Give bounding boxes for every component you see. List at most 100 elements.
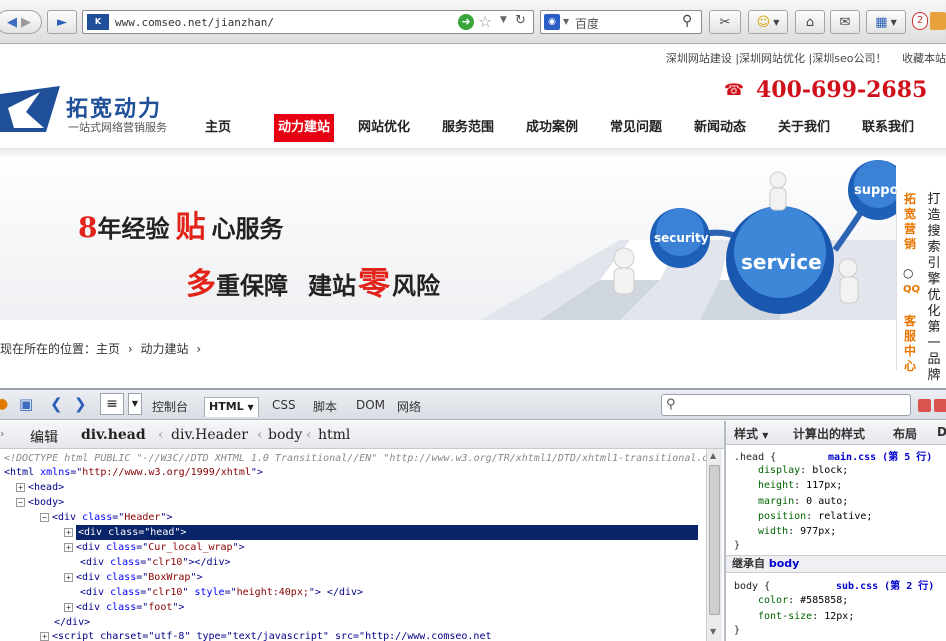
addon-button[interactable]: ☺ ▼ (748, 10, 788, 34)
side-ribbon: 拓宽营销 ○ QQ 客服中心 打造搜索引擎优化第一品牌 (896, 190, 946, 383)
collapse-icon[interactable]: − (16, 497, 25, 507)
bookmark-star-icon[interactable]: ☆ (478, 12, 492, 31)
tool-button[interactable]: ✂ (709, 10, 741, 34)
expand-icon[interactable]: + (16, 482, 25, 492)
tree-node-head-div-selected[interactable]: + <div class="head"> (64, 525, 702, 540)
tree-node-cur-local-wrap[interactable]: + <div class="Cur_local_wrap"> (64, 540, 245, 555)
search-icon[interactable]: ⚲ (682, 13, 692, 29)
menu-list-icon[interactable]: ≡ (100, 393, 124, 415)
expand-icon[interactable]: + (64, 527, 73, 537)
tree-node-body[interactable]: − <body> (16, 495, 64, 510)
tab-script[interactable]: 脚本 (313, 398, 337, 415)
tab-css[interactable]: CSS (272, 398, 296, 412)
tab-styles[interactable]: 样式 ▼ (734, 425, 768, 442)
tree-node-boxwrap[interactable]: + <div class="BoxWrap"> (64, 570, 202, 585)
collapse-icon[interactable]: − (40, 512, 49, 522)
notification-badge[interactable]: 2 (912, 12, 928, 30)
scroll-down-icon[interactable]: ▼ (710, 627, 716, 636)
inherited-from-link[interactable]: body (769, 557, 799, 570)
apps-button[interactable]: ▦ ▼ (866, 10, 906, 34)
url-bar[interactable]: K www.comseo.net/jianzhan/ ➜ ☆ ▼ ↻ (82, 10, 534, 34)
css-property[interactable]: width: 977px; (758, 524, 836, 539)
nav-services[interactable]: 服务范围 (442, 114, 494, 142)
nav-about[interactable]: 关于我们 (778, 114, 830, 142)
crumb-html[interactable]: html (318, 427, 350, 443)
crumbs-scroll-left-icon[interactable]: › (0, 427, 4, 440)
mail-button[interactable]: ✉ (830, 10, 860, 34)
nav-contact[interactable]: 联系我们 (862, 114, 914, 142)
inherited-header: 继承自 body (726, 555, 946, 573)
nav-home[interactable]: 主页 (205, 114, 231, 142)
reload-icon[interactable]: ↻ (515, 13, 526, 28)
inspect-icon[interactable]: ▣ (19, 395, 33, 413)
engine-dropdown-icon[interactable]: ▼ (563, 17, 569, 26)
nav-seo[interactable]: 网站优化 (358, 114, 410, 142)
tree-node-clr10[interactable]: <div class="clr10"></div> (80, 555, 231, 570)
extension-icon[interactable] (930, 12, 946, 30)
css-property[interactable]: position: relative; (758, 509, 872, 524)
history-button[interactable]: ► (47, 10, 77, 34)
tab-console[interactable]: 控制台 (152, 398, 188, 415)
tab-dom[interactable]: DOM (356, 398, 385, 412)
crumb-body[interactable]: body (268, 427, 302, 443)
tab-computed[interactable]: 计算出的样式 (793, 425, 865, 442)
firebug-search-input[interactable]: ⚲ (661, 394, 911, 416)
close-icon[interactable] (934, 399, 946, 412)
tree-node-html[interactable]: <html xmlns="http://www.w3.org/1999/xhtm… (4, 465, 263, 480)
expand-icon[interactable]: + (64, 542, 73, 552)
edit-button[interactable]: 编辑 (30, 427, 58, 447)
back-forward-button[interactable]: ◀ ▶ (0, 10, 42, 34)
url-text: www.comseo.net/jianzhan/ (115, 16, 274, 29)
nav-website-building[interactable]: 动力建站 (274, 114, 335, 142)
tab-dom-side[interactable]: DO (937, 425, 946, 439)
crumb-div-head[interactable]: div.head (81, 427, 146, 443)
nav-news[interactable]: 新闻动态 (694, 114, 746, 142)
ribbon-qq[interactable]: QQ (903, 284, 920, 295)
home-button[interactable]: ⌂ (795, 10, 825, 34)
firebug-bug-icon[interactable]: ● (0, 396, 8, 412)
scroll-thumb[interactable] (709, 465, 720, 615)
crumb-div-header[interactable]: div.Header (171, 427, 248, 443)
tab-layout[interactable]: 布局 (893, 425, 917, 442)
expand-icon[interactable]: + (64, 602, 73, 612)
nav-cases[interactable]: 成功案例 (526, 114, 578, 142)
go-icon[interactable]: ➜ (458, 14, 474, 30)
nav-forward-icon[interactable]: ❯ (74, 395, 87, 413)
css-property[interactable]: display: block; (758, 463, 848, 478)
css-property[interactable]: height: 117px; (758, 478, 842, 493)
baidu-icon: ◉ (544, 14, 560, 30)
tree-node-header-div[interactable]: − <div class="Header"> (40, 510, 172, 525)
tab-html-dropdown-icon: ▼ (247, 403, 254, 412)
dropdown-icon[interactable]: ▼ (500, 15, 507, 25)
telephone-icon: ☎ (724, 80, 744, 99)
rule-source-sub-css[interactable]: sub.css (第 2 行) (836, 579, 934, 594)
bookmark-link[interactable]: 收藏本站 (902, 52, 946, 65)
ribbon-service[interactable]: 客服中心 (903, 314, 917, 374)
nav-faq[interactable]: 常见问题 (610, 114, 662, 142)
nav-back-icon[interactable]: ❮ (50, 395, 63, 413)
expand-icon[interactable]: + (64, 572, 73, 582)
tree-node-foot[interactable]: + <div class="foot"> (64, 600, 184, 615)
top-links-text[interactable]: 深圳网站建设 |深圳网站优化 |深圳seo公司！ (666, 52, 887, 65)
rule-selector-body[interactable]: body { (734, 579, 770, 594)
tree-node-head[interactable]: + <head> (16, 480, 64, 495)
tab-network[interactable]: 网络 (397, 398, 421, 415)
forward-icon: ▶ (21, 14, 31, 30)
minimize-icon[interactable] (918, 399, 931, 412)
tree-node-clr10-styled[interactable]: <div class="clr10" style="height:40px;">… (80, 585, 363, 600)
expand-icon[interactable]: + (40, 631, 49, 641)
breadcrumb-current[interactable]: 动力建站 (141, 342, 189, 356)
logo-subtitle: 一站式网络营销服务 (68, 121, 167, 134)
ribbon-brand: 拓宽营销 (903, 192, 916, 251)
css-property[interactable]: font-size: 12px; (758, 609, 854, 624)
tree-node-script[interactable]: + <script charset="utf-8" type="text/java… (40, 629, 492, 641)
css-property[interactable]: color: #585858; (758, 593, 848, 608)
search-bar[interactable]: ◉ ▼ 百度 ⚲ (540, 10, 702, 34)
breadcrumb-home[interactable]: 主页 (96, 342, 120, 356)
html-panel-scrollbar[interactable]: ▲ ▼ (706, 449, 722, 641)
css-property[interactable]: margin: 0 auto; (758, 494, 848, 509)
scroll-up-icon[interactable]: ▲ (710, 451, 716, 460)
banner-line1: 8年经验贴心服务 (78, 210, 284, 245)
menu-dropdown-icon[interactable]: ▼ (128, 393, 142, 415)
tab-html[interactable]: HTML ▼ (204, 397, 259, 417)
